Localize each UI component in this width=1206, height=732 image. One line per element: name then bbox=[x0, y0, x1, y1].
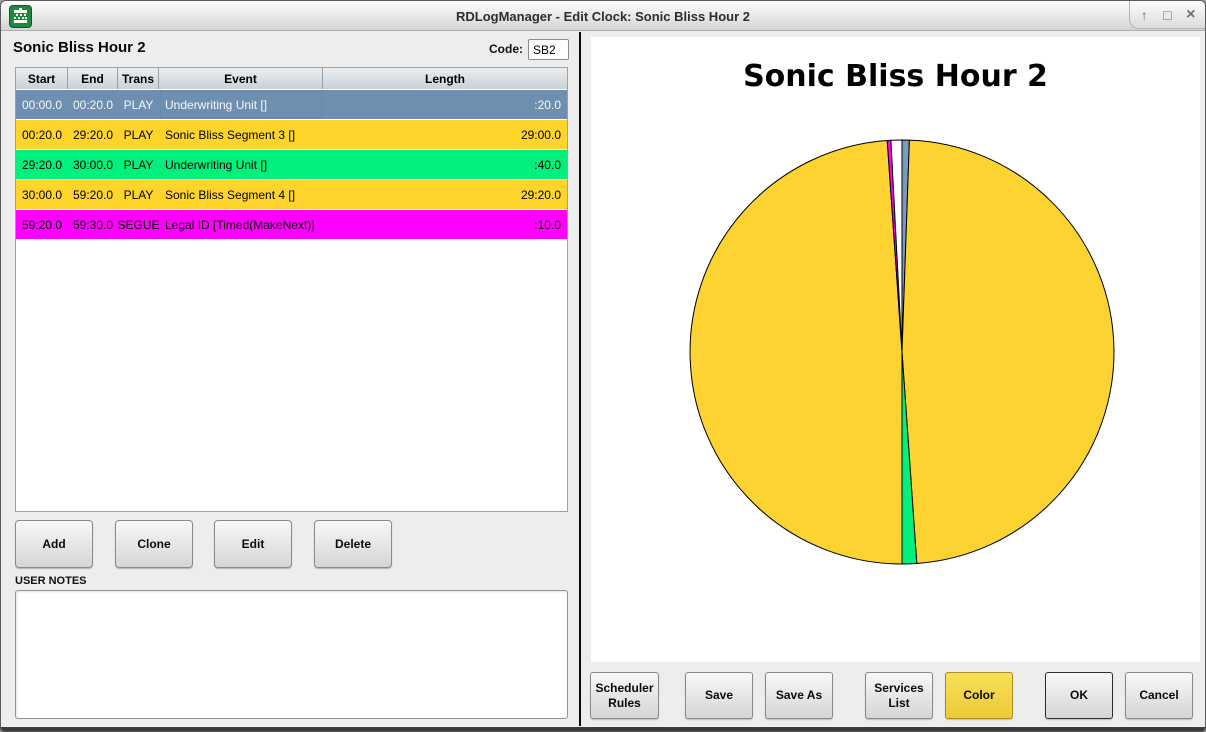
pie-slice-1 bbox=[902, 140, 1114, 563]
cell-length[interactable]: 29:20.0 bbox=[323, 180, 567, 209]
table-row[interactable]: 30:00.059:20.0PLAYSonic Bliss Segment 4 … bbox=[16, 180, 567, 209]
cell-length[interactable]: 29:00.0 bbox=[323, 120, 567, 149]
ok-button[interactable]: OK bbox=[1045, 672, 1113, 719]
window-title: RDLogManager - Edit Clock: Sonic Bliss H… bbox=[1, 1, 1205, 31]
clock-pie-chart bbox=[591, 37, 1200, 662]
cell-start[interactable]: 00:00.0 bbox=[16, 90, 68, 119]
table-row[interactable]: 00:00.000:20.0PLAYUnderwriting Unit []:2… bbox=[16, 90, 567, 119]
delete-button[interactable]: Delete bbox=[314, 520, 392, 568]
event-table-header: Start End Trans Event Length bbox=[16, 68, 567, 90]
user-notes-label: USER NOTES bbox=[15, 575, 87, 587]
cell-end[interactable]: 59:20.0 bbox=[68, 180, 118, 209]
clock-name-heading: Sonic Bliss Hour 2 bbox=[13, 39, 146, 56]
cell-trans[interactable]: PLAY bbox=[118, 90, 159, 119]
header-event[interactable]: Event bbox=[159, 68, 323, 89]
cell-event[interactable]: Underwriting Unit [] bbox=[159, 90, 323, 119]
user-notes-textarea[interactable] bbox=[15, 590, 568, 719]
cell-end[interactable]: 29:20.0 bbox=[68, 120, 118, 149]
cell-end[interactable]: 59:30.0 bbox=[68, 210, 118, 239]
color-button[interactable]: Color bbox=[945, 672, 1013, 719]
panel-divider bbox=[579, 32, 581, 731]
clone-button[interactable]: Clone bbox=[115, 520, 193, 568]
cell-event[interactable]: Legal ID [Timed(MakeNext)] bbox=[159, 210, 323, 239]
cell-trans[interactable]: PLAY bbox=[118, 120, 159, 149]
title-bar[interactable]: RDLogManager - Edit Clock: Sonic Bliss H… bbox=[1, 1, 1205, 31]
cell-end[interactable]: 00:20.0 bbox=[68, 90, 118, 119]
add-button[interactable]: Add bbox=[15, 520, 93, 568]
cell-trans[interactable]: SEGUE bbox=[118, 210, 159, 239]
cell-start[interactable]: 30:00.0 bbox=[16, 180, 68, 209]
code-label: Code: bbox=[471, 42, 523, 56]
cancel-button[interactable]: Cancel bbox=[1125, 672, 1193, 719]
save-as-button[interactable]: Save As bbox=[765, 672, 833, 719]
header-start[interactable]: Start bbox=[16, 68, 68, 89]
cell-event[interactable]: Sonic Bliss Segment 4 [] bbox=[159, 180, 323, 209]
header-length[interactable]: Length bbox=[323, 68, 567, 89]
cell-length[interactable]: :10.0 bbox=[323, 210, 567, 239]
save-button[interactable]: Save bbox=[685, 672, 753, 719]
window-controls: ↑ □ × bbox=[1129, 1, 1205, 29]
table-row[interactable]: 00:20.029:20.0PLAYSonic Bliss Segment 3 … bbox=[16, 120, 567, 149]
services-list-button[interactable]: Services List bbox=[865, 672, 933, 719]
event-table: Start End Trans Event Length 00:00.000:2… bbox=[15, 67, 568, 512]
cell-length[interactable]: :40.0 bbox=[323, 150, 567, 179]
header-end[interactable]: End bbox=[68, 68, 118, 89]
cell-start[interactable]: 29:20.0 bbox=[16, 150, 68, 179]
maximize-icon[interactable]: □ bbox=[1159, 8, 1177, 22]
clock-chart-panel: Sonic Bliss Hour 2 bbox=[591, 37, 1200, 662]
cell-length[interactable]: :20.0 bbox=[323, 90, 567, 119]
table-row[interactable]: 59:20.059:30.0SEGUELegal ID [Timed(MakeN… bbox=[16, 210, 567, 239]
close-icon[interactable]: × bbox=[1182, 7, 1200, 23]
code-input[interactable] bbox=[528, 39, 569, 60]
cell-event[interactable]: Sonic Bliss Segment 3 [] bbox=[159, 120, 323, 149]
header-trans[interactable]: Trans bbox=[118, 68, 159, 89]
edit-clock-window: RDLogManager - Edit Clock: Sonic Bliss H… bbox=[0, 0, 1206, 732]
cell-start[interactable]: 59:20.0 bbox=[16, 210, 68, 239]
cell-event[interactable]: Underwriting Unit [] bbox=[159, 150, 323, 179]
cell-trans[interactable]: PLAY bbox=[118, 150, 159, 179]
cell-trans[interactable]: PLAY bbox=[118, 180, 159, 209]
cell-start[interactable]: 00:20.0 bbox=[16, 120, 68, 149]
scheduler-rules-button[interactable]: Scheduler Rules bbox=[590, 672, 659, 719]
shade-icon[interactable]: ↑ bbox=[1135, 8, 1153, 22]
cell-end[interactable]: 30:00.0 bbox=[68, 150, 118, 179]
event-table-body: 00:00.000:20.0PLAYUnderwriting Unit []:2… bbox=[16, 90, 567, 239]
pie-slice-3 bbox=[690, 141, 902, 564]
window-bottom-frame bbox=[1, 726, 1205, 731]
edit-button[interactable]: Edit bbox=[214, 520, 292, 568]
table-row[interactable]: 29:20.030:00.0PLAYUnderwriting Unit []:4… bbox=[16, 150, 567, 179]
